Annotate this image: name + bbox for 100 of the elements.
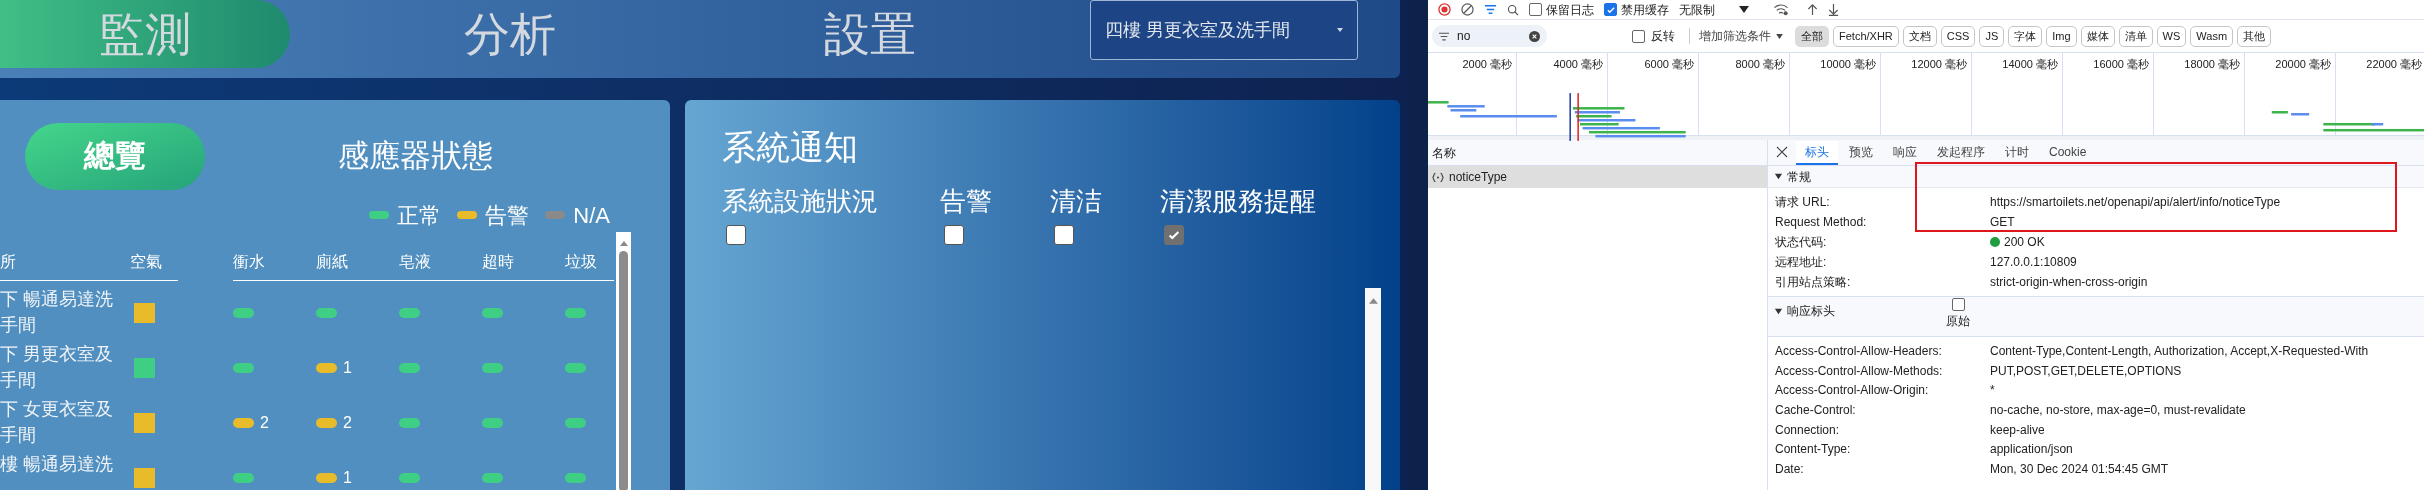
type-filter-button[interactable]: 其他	[2237, 25, 2272, 47]
more-filters-button[interactable]: 增加筛选条件	[1699, 27, 1783, 45]
legend-label: N/A	[573, 201, 610, 230]
type-filter-button[interactable]: 字体	[2008, 25, 2043, 47]
nav-tab[interactable]: 分析	[410, 0, 610, 68]
column-header: 超時	[482, 253, 514, 270]
location-name: 下 男更衣室及	[0, 343, 114, 366]
timeline-tick: 6000 毫秒	[1644, 57, 1694, 70]
notice-checkbox[interactable]	[944, 225, 964, 245]
notice-checkbox[interactable]	[1054, 225, 1074, 245]
alert-count: 1	[343, 467, 352, 488]
details-tab[interactable]: Cookie	[2040, 141, 2096, 165]
scroll-thumb[interactable]	[619, 251, 628, 490]
header-value: no-cache, no-store, max-age=0, must-revalidate	[1990, 401, 2246, 419]
braces-icon	[1432, 171, 1444, 183]
option-label: 清洁	[1050, 185, 1102, 218]
column-header: 空氣	[130, 253, 162, 270]
details-tab[interactable]: 发起程序	[1928, 141, 1994, 165]
clear-icon[interactable]	[1461, 3, 1474, 16]
request-row[interactable]: noticeType	[1428, 166, 1767, 188]
details-tab[interactable]: 计时	[1996, 141, 2038, 165]
scroll-up-icon[interactable]	[1368, 298, 1378, 304]
timeline-tick: 4000 毫秒	[1553, 57, 1603, 70]
type-filter-button[interactable]: CSS	[1940, 25, 1976, 47]
details-tab[interactable]: 预览	[1840, 141, 1882, 165]
timeline-tick: 8000 毫秒	[1735, 57, 1785, 70]
search-icon[interactable]	[1507, 3, 1519, 16]
header-name: Connection:	[1775, 421, 1841, 439]
notice-checkbox[interactable]	[726, 225, 746, 245]
header-value: strict-origin-when-cross-origin	[1990, 274, 2148, 291]
expand-icon[interactable]	[1774, 306, 1783, 316]
caret-icon[interactable]	[1739, 6, 1749, 13]
filter-icon[interactable]	[1484, 3, 1497, 16]
type-filter-button[interactable]: 全部	[1795, 25, 1829, 47]
header-name: Cache-Control:	[1775, 401, 1857, 419]
timeline-tick: 12000 毫秒	[1911, 57, 1967, 70]
raw-checkbox[interactable]	[1951, 298, 1965, 311]
notice-checkbox[interactable]	[1164, 225, 1184, 245]
type-filter-button[interactable]: JS	[1979, 25, 2005, 47]
details-tab[interactable]: 标头	[1796, 141, 1838, 165]
location-name: 手間	[0, 369, 37, 392]
timeline-tick: 10000 毫秒	[1820, 57, 1876, 70]
scrollbar[interactable]	[616, 232, 631, 490]
scrollbar[interactable]	[1365, 288, 1381, 490]
type-filter-button[interactable]: 文档	[1902, 25, 1937, 47]
type-filter-button[interactable]: 媒体	[2080, 25, 2115, 47]
nav-tab[interactable]: 設置	[770, 0, 970, 68]
record-icon[interactable]	[1438, 3, 1451, 16]
column-header: 衝水	[233, 253, 265, 270]
upload-icon[interactable]	[1807, 3, 1818, 16]
download-icon[interactable]	[1828, 3, 1839, 16]
legend-label: 告警	[485, 201, 530, 230]
section-title[interactable]: 常规	[1787, 167, 1811, 186]
preserve-log-checkbox[interactable]	[1529, 3, 1542, 16]
section-title[interactable]: 响应标头	[1787, 302, 1835, 320]
wifi-gear-icon[interactable]	[1773, 3, 1789, 16]
option-label: 告警	[940, 185, 992, 218]
header-name: Access-Control-Allow-Origin:	[1775, 382, 1930, 400]
filter-field[interactable]: no	[1432, 25, 1547, 47]
alert-count: 2	[260, 412, 269, 433]
header-name: Request Method:	[1775, 214, 1868, 231]
timeline-tick: 18000 毫秒	[2184, 57, 2240, 70]
header-value: 200 OK	[2004, 234, 2045, 251]
checkbox-label: 反转	[1651, 28, 1675, 45]
disable-cache-checkbox[interactable]	[1604, 3, 1617, 16]
clear-icon[interactable]	[1529, 30, 1540, 42]
caret-icon	[1337, 28, 1343, 32]
location-name: 樓 暢通易達洗	[0, 453, 114, 476]
header-value: *	[1990, 382, 1995, 400]
type-filter-button[interactable]: 清单	[2118, 25, 2153, 47]
expand-icon[interactable]	[1774, 172, 1783, 181]
header-name: Access-Control-Allow-Methods:	[1775, 362, 1944, 380]
check-icon	[1167, 228, 1181, 242]
scroll-up-icon[interactable]	[619, 241, 628, 246]
type-filter-button[interactable]: Fetch/XHR	[1833, 25, 1899, 47]
invert-checkbox[interactable]	[1632, 29, 1645, 43]
column-header: 廁紙	[316, 253, 348, 270]
column-header: 垃圾	[565, 253, 597, 270]
panel-title: 系統通知	[722, 127, 859, 168]
checkbox-label: 原始	[1946, 313, 1970, 330]
type-filter-button[interactable]: Img	[2046, 25, 2077, 47]
checkbox-label: 保留日志	[1546, 1, 1594, 19]
column-header: 所	[0, 253, 16, 270]
throttle-select[interactable]: 无限制	[1679, 0, 1715, 19]
type-filter-button[interactable]: WS	[2156, 25, 2187, 47]
details-tab[interactable]: 响应	[1884, 141, 1926, 165]
header-value: keep-alive	[1990, 421, 2045, 439]
timeline-tick: 2000 毫秒	[1462, 57, 1512, 70]
close-icon[interactable]	[1776, 146, 1788, 158]
header-name: Date:	[1775, 460, 1805, 478]
header-value: Content-Type,Content-Length, Authorization, Accept,X-Requested-With	[1990, 342, 2369, 360]
column-header: 名称	[1432, 144, 1456, 162]
type-filter-button[interactable]: Wasm	[2190, 25, 2234, 47]
location-name: 下 女更衣室及	[0, 398, 114, 421]
column-header: 皂液	[399, 253, 431, 270]
header-name: 状态代码:	[1775, 234, 1828, 251]
location-select[interactable]: 四樓 男更衣室及洗手間	[1090, 0, 1358, 60]
caret-icon	[1776, 33, 1783, 39]
checkbox-label: 禁用缓存	[1621, 1, 1669, 19]
alert-count: 2	[343, 412, 352, 433]
